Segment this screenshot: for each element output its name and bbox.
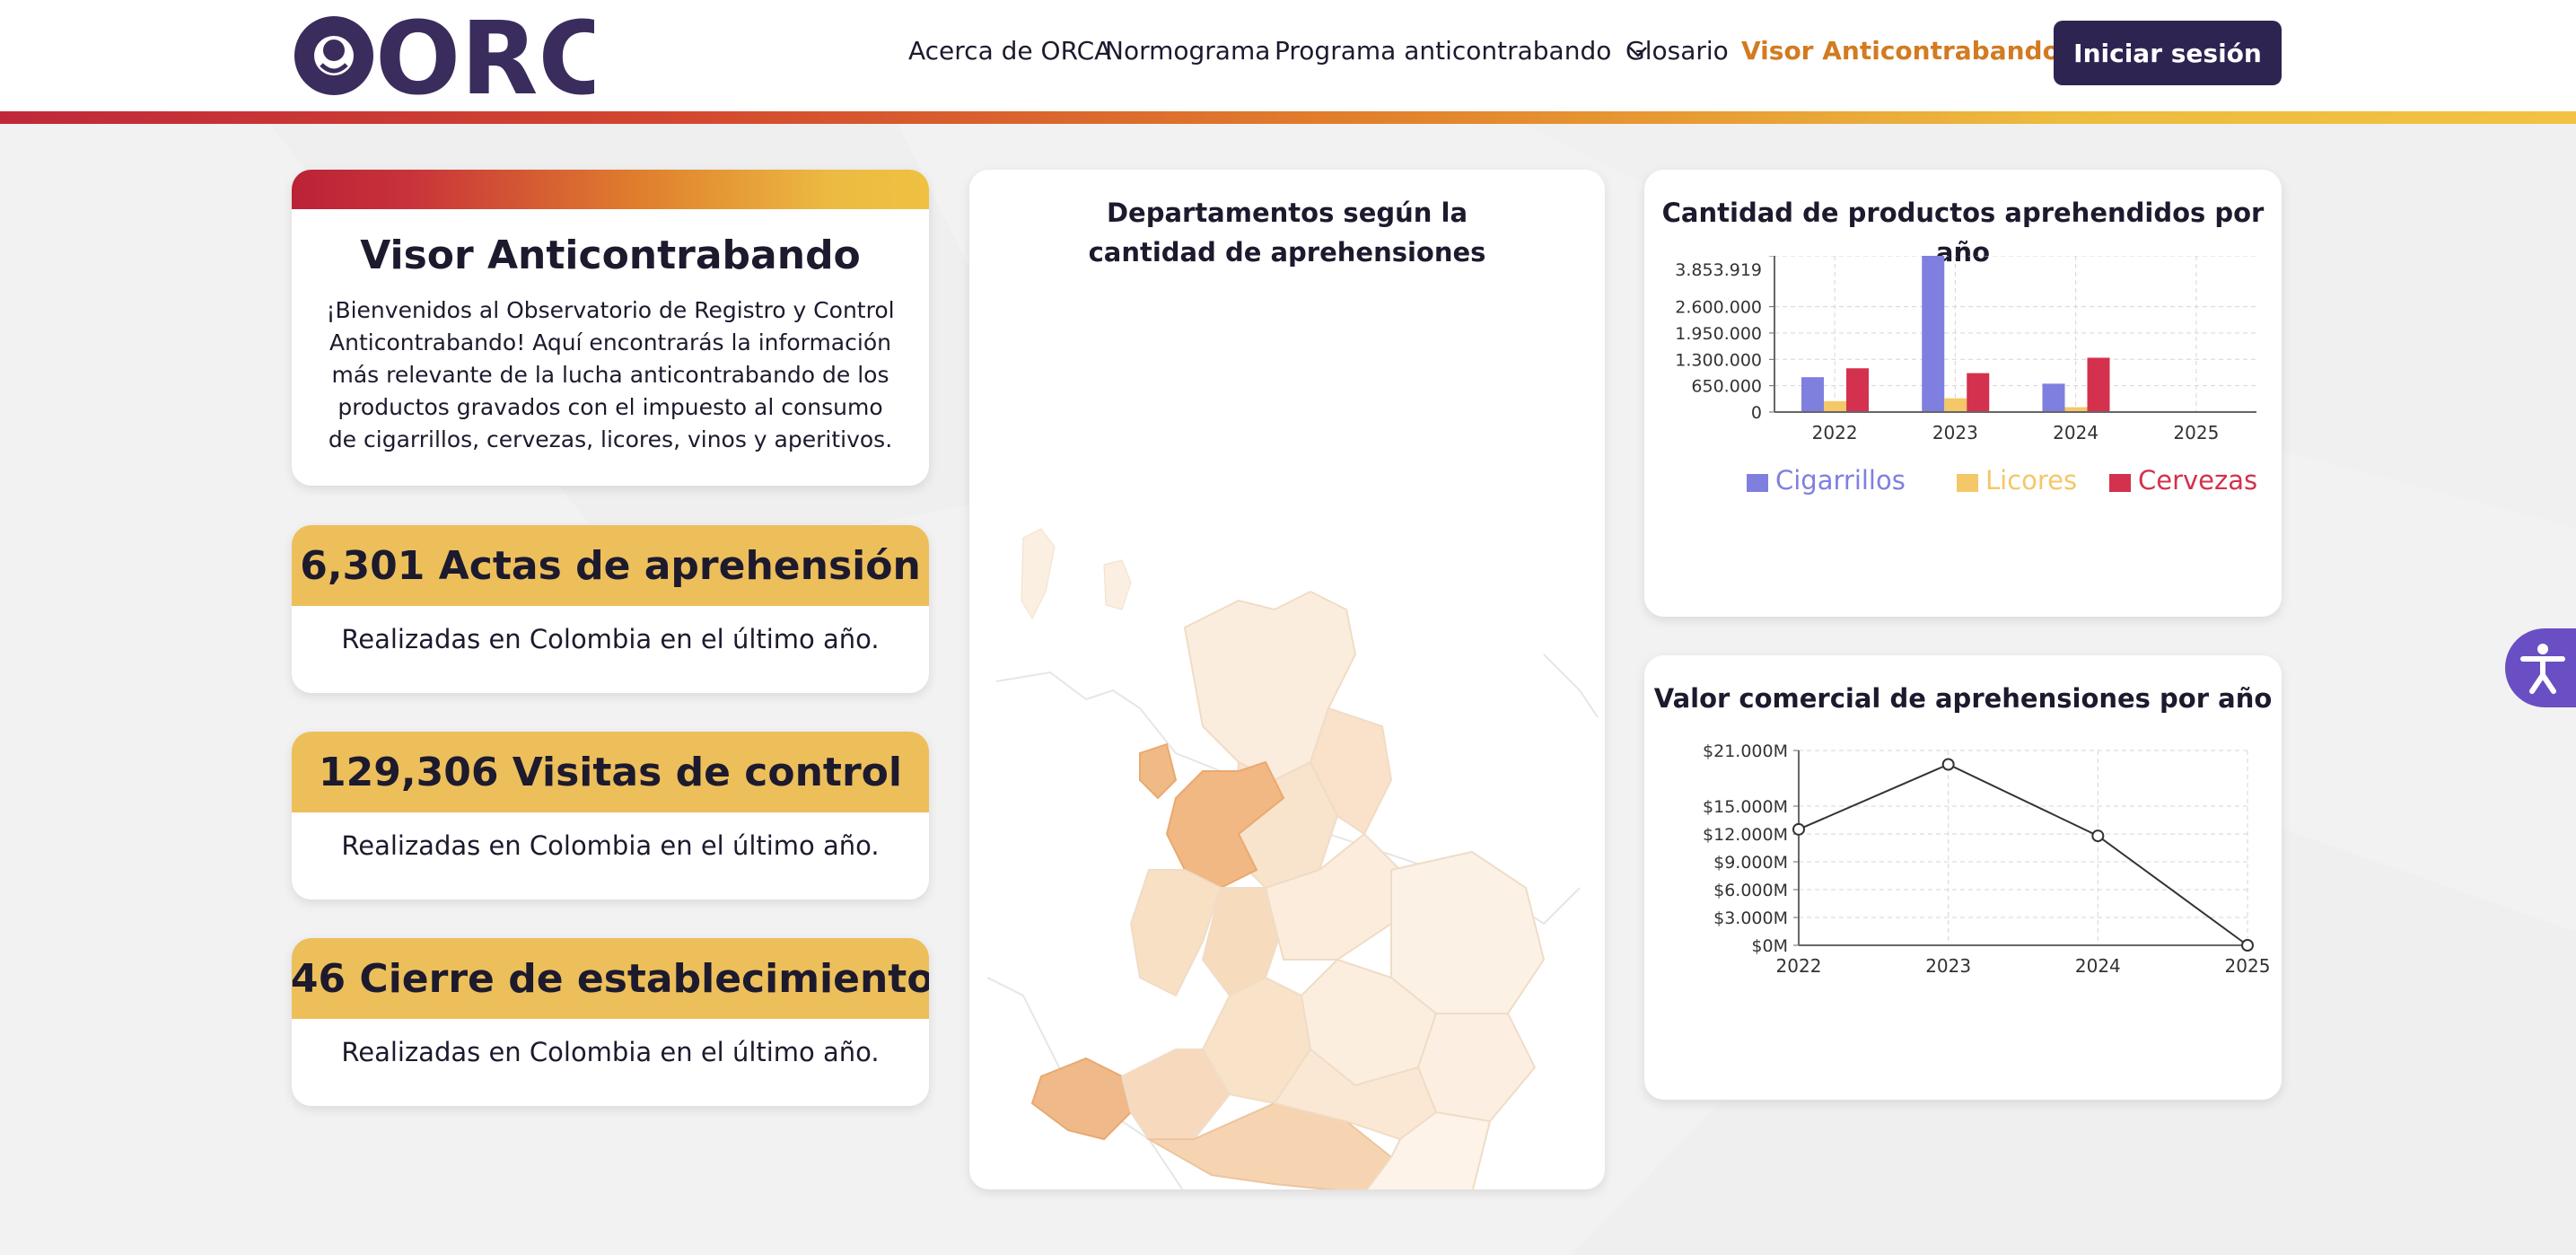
nav-programa-label: Programa anticontrabando	[1275, 36, 1612, 66]
x-tick-label: 2022	[1812, 422, 1858, 443]
stat-subtitle: Realizadas en Colombia en el último año.	[341, 624, 880, 654]
intro-gradient-band	[292, 170, 929, 209]
nav-glosario[interactable]: Glosario	[1625, 36, 1729, 66]
logo-text: ORCA	[375, 5, 594, 102]
stat-card-actas: 6,301 Actas de aprehensión Realizadas en…	[292, 525, 929, 693]
map-title: Departamentos según la cantidad de apreh…	[1088, 197, 1486, 268]
stat-subtitle: Realizadas en Colombia en el último año.	[341, 1037, 880, 1067]
colombia-map[interactable]	[969, 331, 1605, 1189]
y-tick-label: 3.853.919	[1675, 260, 1762, 280]
x-tick-label: 2023	[1925, 955, 1971, 977]
stat-title: 129,306 Visitas de control	[292, 732, 929, 812]
intro-card: Visor Anticontrabando ¡Bienvenidos al Ob…	[292, 170, 929, 486]
x-tick-label: 2023	[1932, 422, 1978, 443]
y-tick-label: $15.000M	[1703, 797, 1788, 817]
stat-card-visitas: 129,306 Visitas de control Realizadas en…	[292, 732, 929, 900]
x-tick-label: 2022	[1776, 955, 1822, 977]
data-point	[1792, 822, 1805, 836]
nav-visor-label: Visor Anticontrabando	[1741, 36, 2060, 66]
legend-swatch	[1747, 474, 1768, 492]
legend-label: Cervezas	[2138, 465, 2257, 496]
legend-label: Cigarrillos	[1775, 465, 1906, 496]
legend-label: Licores	[1985, 465, 2077, 496]
map-card: Departamentos según la cantidad de apreh…	[969, 170, 1605, 1189]
legend-swatch	[1957, 474, 1978, 492]
x-tick-label: 2025	[2173, 422, 2219, 443]
bar-chart[interactable]: 3.853.919 2.600.000 1.950.000 1.300.000 650.…	[1644, 256, 2282, 615]
x-tick-label: 2025	[2225, 955, 2271, 977]
nav-acerca[interactable]: Acerca de ORCA	[908, 36, 1111, 66]
bar-cervezas	[2087, 357, 2110, 412]
y-tick-label: 1.950.000	[1675, 324, 1762, 344]
accessibility-icon	[2520, 644, 2565, 694]
y-tick-label: 2.600.000	[1675, 298, 1762, 318]
line-chart[interactable]: $21.000M $15.000M $12.000M $9.000M $6.000M $3…	[1644, 736, 2282, 1095]
y-tick-label: $3.000M	[1713, 908, 1788, 928]
bar-licores	[1944, 398, 1967, 412]
y-tick-label: $6.000M	[1713, 881, 1788, 900]
nav-programa[interactable]: Programa anticontrabando	[1275, 36, 1648, 66]
intro-text: ¡Bienvenidos al Observatorio de Registro…	[326, 297, 895, 452]
data-point	[2091, 829, 2105, 843]
bar-cervezas	[1846, 368, 1869, 412]
bar-chart-card: Cantidad de productos aprehendidos por a…	[1644, 170, 2282, 617]
bar-cigarrillos	[1922, 256, 1945, 412]
stat-title: 946 Cierre de establecimientos	[292, 938, 929, 1019]
bar-cigarrillos	[1801, 377, 1824, 412]
data-point	[1941, 758, 1955, 771]
stat-subtitle: Realizadas en Colombia en el último año.	[341, 830, 880, 861]
stat-card-cierres: 946 Cierre de establecimientos Realizada…	[292, 938, 929, 1106]
series-line	[1798, 763, 2248, 946]
bar-licores	[1824, 400, 1846, 412]
y-tick-label: $12.000M	[1703, 825, 1788, 845]
legend-swatch	[2109, 474, 2131, 492]
bar-cervezas	[1967, 373, 1990, 412]
y-tick-label: $9.000M	[1713, 853, 1788, 873]
line-chart-card: Valor comercial de aprehensiones por año…	[1644, 655, 2282, 1100]
y-tick-label: 650.000	[1691, 377, 1762, 397]
stat-title: 6,301 Actas de aprehensión	[292, 525, 929, 606]
x-tick-label: 2024	[2053, 422, 2098, 443]
y-tick-label: $21.000M	[1703, 742, 1788, 761]
y-tick-label: 1.300.000	[1675, 350, 1762, 370]
accessibility-button[interactable]	[2505, 628, 2576, 707]
intro-title: Visor Anticontrabando	[360, 233, 861, 278]
header-gradient-bar	[0, 111, 2576, 124]
bar-cigarrillos	[2042, 383, 2065, 412]
x-tick-label: 2024	[2075, 955, 2121, 977]
top-navbar: ORCA Acerca de ORCA Normograma Programa …	[0, 0, 2576, 111]
line-chart-title: Valor comercial de aprehensiones por año	[1653, 683, 2273, 714]
login-button[interactable]: Iniciar sesión	[2054, 21, 2282, 85]
orca-logo[interactable]: ORCA	[289, 5, 594, 102]
data-point	[2241, 939, 2254, 952]
nav-normograma[interactable]: Normograma	[1105, 36, 1270, 66]
y-tick-label: $0M	[1751, 936, 1788, 956]
y-tick-label: 0	[1751, 403, 1762, 423]
nav-visor[interactable]: Visor Anticontrabando	[1741, 36, 2098, 66]
